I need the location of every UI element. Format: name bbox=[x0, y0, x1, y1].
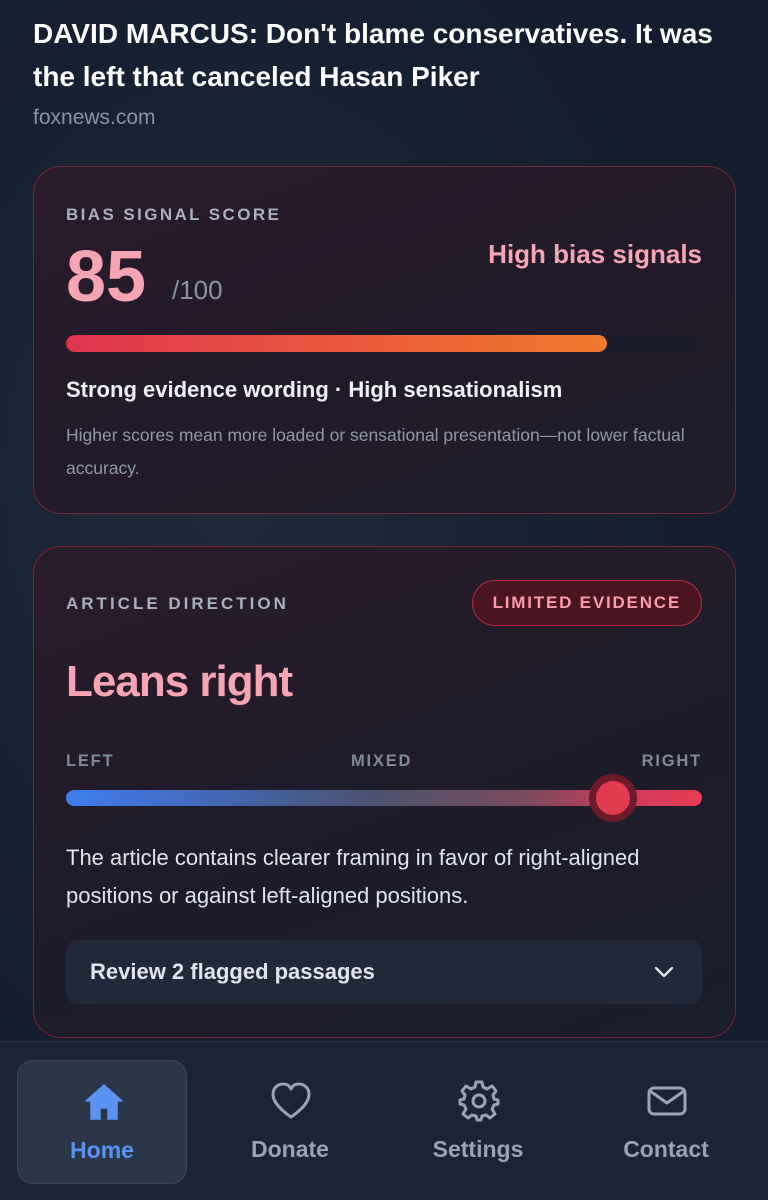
review-flagged-label: Review 2 flagged passages bbox=[90, 959, 375, 984]
scale-label-mixed: MIXED bbox=[351, 752, 413, 770]
nav-label-contact: Contact bbox=[623, 1136, 709, 1162]
bias-score-bar-fill bbox=[66, 335, 607, 352]
bias-score-label: BIAS SIGNAL SCORE bbox=[66, 205, 282, 224]
bias-score-max: /100 bbox=[172, 275, 223, 305]
direction-label: ARTICLE DIRECTION bbox=[66, 594, 289, 613]
nav-item-home[interactable]: Home bbox=[17, 1060, 187, 1184]
limited-evidence-badge: LIMITED EVIDENCE bbox=[471, 580, 702, 626]
scale-label-left: LEFT bbox=[66, 752, 115, 770]
direction-scale-marker bbox=[588, 774, 637, 822]
gear-icon bbox=[458, 1080, 500, 1122]
nav-label-donate: Donate bbox=[251, 1136, 329, 1162]
nav-label-settings: Settings bbox=[432, 1136, 524, 1162]
bias-summary: Strong evidence wording · High sensation… bbox=[66, 377, 563, 402]
nav-item-contact[interactable]: Contact bbox=[581, 1060, 751, 1184]
article-source: foxnews.com bbox=[33, 106, 156, 129]
article-direction-card: ARTICLE DIRECTION LIMITED EVIDENCE Leans… bbox=[33, 546, 736, 1038]
bias-note: Higher scores mean more loaded or sensat… bbox=[66, 425, 685, 478]
mail-icon bbox=[647, 1086, 687, 1116]
nav-item-settings[interactable]: Settings bbox=[393, 1060, 563, 1184]
bias-level-text: High bias signals bbox=[488, 239, 702, 269]
scale-label-right: RIGHT bbox=[641, 752, 702, 770]
bias-score-card: BIAS SIGNAL SCORE 85 /100 High bias sign… bbox=[33, 166, 736, 514]
bias-score-value: 85 bbox=[66, 237, 147, 317]
chevron-down-icon bbox=[654, 966, 674, 978]
heart-icon bbox=[271, 1082, 311, 1119]
bottom-nav: Home Donate Settings Contact bbox=[0, 1041, 768, 1200]
direction-value: Leans right bbox=[66, 657, 293, 706]
home-icon bbox=[85, 1084, 123, 1120]
review-flagged-passages-toggle[interactable]: Review 2 flagged passages bbox=[66, 940, 702, 1004]
direction-explanation: The article contains clearer framing in … bbox=[66, 845, 640, 908]
nav-label-home: Home bbox=[70, 1137, 134, 1163]
bias-score-bar bbox=[66, 335, 702, 352]
nav-item-donate[interactable]: Donate bbox=[205, 1060, 375, 1184]
article-headline: DAVID MARCUS: Don't blame conservatives.… bbox=[33, 18, 713, 92]
